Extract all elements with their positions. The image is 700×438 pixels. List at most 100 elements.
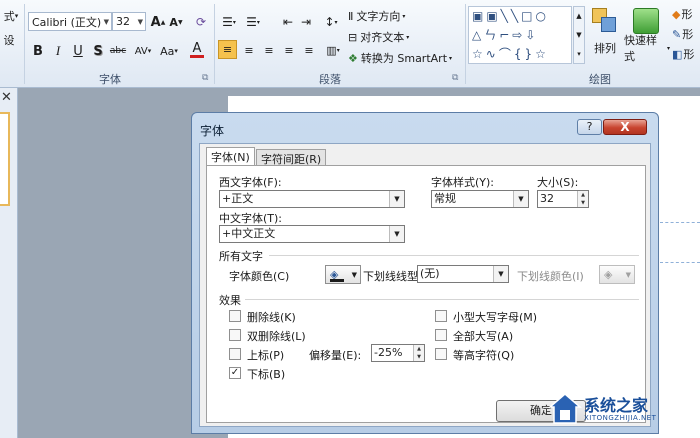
double-strikethrough-checkbox[interactable] xyxy=(229,329,241,341)
reset-button-cut[interactable]: 设 xyxy=(0,30,18,50)
close-icon: X xyxy=(620,120,630,134)
font-name-combo[interactable]: Calibri (正文) ▼ xyxy=(28,12,112,31)
shrink-font-icon: A xyxy=(169,15,178,29)
offset-label: 偏移量(E): xyxy=(309,349,362,362)
arrange-button[interactable]: 排列 xyxy=(588,38,622,58)
shape-outline-button[interactable]: ✎ 形 xyxy=(672,24,700,44)
dropdown-arrow-icon: ▼ xyxy=(389,191,404,207)
style-label: 字体样式(Y): xyxy=(431,176,495,189)
font-size-combo[interactable]: 32 ▼ xyxy=(112,12,146,31)
subscript-checkbox[interactable]: ✓ xyxy=(229,367,241,379)
align-text-label: 对齐文本 xyxy=(360,31,405,44)
underline-button[interactable]: U xyxy=(70,41,86,61)
layout-button-cut[interactable]: 式 ▾ xyxy=(0,6,22,26)
all-caps-label: 全部大写(A) xyxy=(453,330,514,343)
strikethrough-checkbox[interactable] xyxy=(229,310,241,322)
change-case-icon: Aa xyxy=(160,44,175,58)
small-caps-checkbox[interactable] xyxy=(435,310,447,322)
justify-icon: ≡ xyxy=(284,43,294,57)
font-size-value: 32 xyxy=(116,15,130,28)
offset-input[interactable]: -25% ▲ ▼ xyxy=(371,344,425,362)
asian-font-label: 中文字体(T): xyxy=(219,212,283,225)
font-color-button[interactable]: A xyxy=(186,40,208,60)
italic-button[interactable]: I xyxy=(50,41,66,61)
change-case-button[interactable]: Aa ▾ xyxy=(156,41,182,61)
align-center-button[interactable]: ≡ xyxy=(240,40,258,60)
asian-font-value: +中文正文 xyxy=(222,227,276,240)
all-caps-checkbox[interactable] xyxy=(435,329,447,341)
spinner-icon[interactable]: ▲ ▼ xyxy=(413,345,424,361)
arrange-icon xyxy=(588,4,622,38)
dropdown-arrow-icon: ▼ xyxy=(625,271,631,279)
font-dialog-launcher-icon[interactable]: ⧉ xyxy=(202,73,208,83)
decrease-indent-button[interactable]: ⇤ xyxy=(280,12,296,32)
close-button[interactable]: X xyxy=(603,119,647,135)
color-swatch xyxy=(330,279,344,282)
shapes-scroll[interactable]: ▲ ▼ ▾ xyxy=(573,6,585,64)
char-spacing-button[interactable]: AV ▾ xyxy=(130,41,156,61)
shape-fill-label: 形 xyxy=(681,8,693,21)
numbering-icon: ☰ xyxy=(246,15,257,29)
text-direction-button[interactable]: Ⅱ 文字方向 ▾ xyxy=(348,6,422,26)
font-color-label: 字体颜色(C) xyxy=(229,270,290,283)
spinner-icon[interactable]: ▲ ▼ xyxy=(577,191,588,207)
shrink-font-button[interactable]: A ▼ xyxy=(168,12,184,32)
checkmark-icon: ✓ xyxy=(230,367,240,378)
quick-styles-button[interactable]: 快速样式 ▾ xyxy=(624,34,670,63)
line-spacing-button[interactable]: ↕ ▾ xyxy=(320,12,342,32)
char-spacing-icon: AV xyxy=(134,45,148,57)
superscript-checkbox[interactable] xyxy=(229,348,241,360)
font-color-picker[interactable]: ◈ ▼ xyxy=(325,265,361,284)
justify-button[interactable]: ≡ xyxy=(280,40,298,60)
reset-label: 设 xyxy=(3,34,15,47)
font-color-swatch xyxy=(190,55,204,58)
columns-button[interactable]: ▥ ▾ xyxy=(322,40,344,60)
paragraph-dialog-launcher-icon[interactable]: ⧉ xyxy=(452,73,458,83)
underline-style-value: (无) xyxy=(420,267,440,280)
paragraph-group-label: 段落 xyxy=(319,73,341,86)
shapes-row: ☆∿⌒{}☆ xyxy=(472,47,549,61)
bullets-button[interactable]: ☰ ▾ xyxy=(218,12,240,32)
placeholder-border xyxy=(660,222,700,223)
shapes-gallery[interactable]: ▣▣╲╲□○ △ㄣ⌐⇨⇩ ☆∿⌒{}☆ xyxy=(468,6,572,64)
convert-smartart-label: 转换为 SmartArt xyxy=(360,52,448,65)
align-left-button[interactable]: ≡ xyxy=(218,40,237,59)
help-button[interactable]: ? xyxy=(577,119,602,135)
tab-font[interactable]: 字体(N) xyxy=(206,147,255,165)
layout-label: 式 xyxy=(3,10,15,23)
shadow-button[interactable]: S xyxy=(90,41,106,61)
strikethrough-label: 删除线(K) xyxy=(247,311,296,324)
underline-icon: U xyxy=(73,43,83,59)
font-group-label: 字体 xyxy=(99,73,121,86)
slide-thumbnail[interactable] xyxy=(0,112,10,206)
bold-button[interactable]: B xyxy=(30,41,46,61)
bold-icon: B xyxy=(33,43,43,59)
tab-char-spacing[interactable]: 字符间距(R) xyxy=(256,149,327,166)
latin-font-select[interactable]: +正文 ▼ xyxy=(219,190,405,208)
shape-effects-button[interactable]: ◧ 形 xyxy=(672,44,700,64)
size-value: 32 xyxy=(540,192,554,205)
distributed-button[interactable]: ≡ xyxy=(300,40,318,60)
grow-font-button[interactable]: A ▲ xyxy=(150,12,166,32)
increase-indent-button[interactable]: ⇥ xyxy=(298,12,314,32)
convert-smartart-button[interactable]: ❖ 转换为 SmartArt ▾ xyxy=(348,48,462,68)
equalize-height-label: 等高字符(Q) xyxy=(453,349,515,362)
numbering-button[interactable]: ☰ ▾ xyxy=(242,12,264,32)
subscript-label: 下标(B) xyxy=(247,368,286,381)
equalize-height-checkbox[interactable] xyxy=(435,348,447,360)
asian-font-select[interactable]: +中文正文 ▼ xyxy=(219,225,405,243)
align-right-button[interactable]: ≡ xyxy=(260,40,278,60)
strikethrough-button[interactable]: abc xyxy=(108,41,128,61)
close-pane-icon[interactable]: ✕ xyxy=(1,90,12,105)
style-select[interactable]: 常规 ▼ xyxy=(431,190,529,208)
underline-color-picker[interactable]: ◈ ▼ xyxy=(599,265,635,284)
align-text-button[interactable]: ⊟ 对齐文本 ▾ xyxy=(348,27,422,47)
underline-style-select[interactable]: (无) ▼ xyxy=(417,265,509,283)
clear-formatting-button[interactable]: ⟳ xyxy=(192,12,210,32)
shadow-icon: S xyxy=(93,43,103,59)
size-input[interactable]: 32 ▲ ▼ xyxy=(537,190,589,208)
size-label: 大小(S): xyxy=(537,176,579,189)
shape-fill-button[interactable]: ◆ 形 xyxy=(672,4,700,24)
text-direction-label: 文字方向 xyxy=(356,10,401,23)
paint-bucket-icon: ◈ xyxy=(604,268,613,281)
